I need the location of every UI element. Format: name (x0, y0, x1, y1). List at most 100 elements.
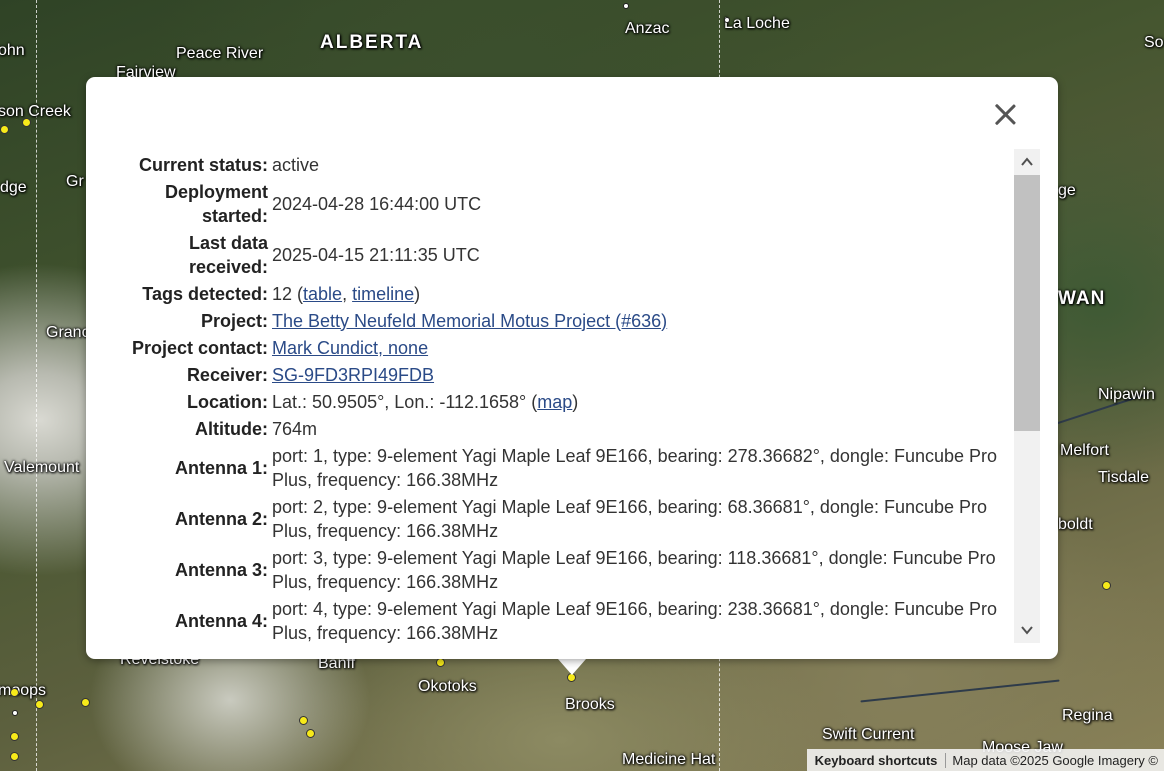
paren-close: ) (414, 283, 421, 304)
detail-row-status: Current status: active (124, 151, 1014, 178)
tags-table-link[interactable]: table (303, 284, 342, 304)
scroll-up-button[interactable] (1014, 149, 1040, 175)
detail-value: active (272, 154, 320, 175)
map-attribution: Keyboard shortcuts Map data ©2025 Google… (806, 749, 1164, 771)
place-label-swift-current: Swift Current (822, 726, 915, 743)
place-label-la-loche: La Loche (724, 15, 790, 32)
detail-label: Last data received: (188, 232, 268, 277)
receiver-marker[interactable] (299, 716, 308, 725)
tags-timeline-link[interactable]: timeline (352, 284, 414, 304)
separator: , (342, 283, 353, 304)
paren-close: ) (572, 391, 579, 412)
place-label-alberta: ALBERTA (320, 32, 424, 53)
place-label-okotoks: Okotoks (418, 678, 477, 695)
receiver-marker[interactable] (35, 700, 44, 709)
place-label-brooks: Brooks (565, 696, 615, 713)
receiver-marker[interactable] (0, 125, 9, 134)
place-label-anzac: Anzac (625, 20, 670, 37)
detail-row-antenna-3: Antenna 3: port: 3, type: 9-element Yagi… (124, 544, 1014, 595)
place-label-grande-prairie: Gr (66, 173, 84, 190)
receiver-marker[interactable] (10, 752, 19, 761)
detail-value: 764m (272, 418, 318, 439)
town-dot (724, 17, 730, 23)
town-dot (623, 3, 629, 9)
location-coordinates: Lat.: 50.9505°, Lon.: -112.1658° ( (272, 391, 538, 412)
place-label-john: ohn (0, 42, 25, 59)
detail-label: Deployment started: (164, 181, 268, 226)
receiver-info-popup: Current status: active Deployment starte… (86, 77, 1058, 659)
place-label-medicine-hat: Medicine Hat (622, 751, 716, 768)
place-label-edge-right: ge (1058, 182, 1076, 199)
detail-row-antenna-4: Antenna 4: port: 4, type: 9-element Yagi… (124, 595, 1014, 643)
close-icon[interactable] (990, 99, 1020, 129)
scroll-down-button[interactable] (1014, 617, 1040, 643)
river (860, 679, 1060, 703)
detail-value: The Betty Neufeld Memorial Motus Project… (272, 307, 1014, 334)
detail-row-altitude: Altitude: 764m (124, 415, 1014, 442)
popup-scrollbar[interactable] (1014, 149, 1040, 643)
detail-label: Tags detected: (142, 283, 268, 304)
detail-row-tags-detected: Tags detected: 12 (table, timeline) (124, 280, 1014, 307)
detail-label: Receiver: (186, 364, 268, 385)
town-dot (12, 710, 18, 716)
detail-label: Antenna 1: (174, 457, 268, 478)
place-label-peace-river: Peace River (176, 45, 264, 62)
popup-pointer (558, 659, 586, 675)
chevron-down-icon (1021, 626, 1033, 635)
map-data-attribution: Map data ©2025 Google Imagery © (952, 752, 1158, 768)
receiver-marker[interactable] (436, 658, 445, 667)
detail-value: SG-9FD3RPI49FDB (272, 361, 1014, 388)
detail-row-project-contact: Project contact: Mark Cundict, none (124, 334, 1014, 361)
detail-value: port: 3, type: 9-element Yagi Maple Leaf… (272, 547, 996, 592)
detail-label: Project: (200, 310, 268, 331)
place-label-so: So (1144, 34, 1164, 51)
detail-value: port: 1, type: 9-element Yagi Maple Leaf… (272, 445, 998, 490)
receiver-marker[interactable] (10, 732, 19, 741)
place-label-dawson-creek: son Creek (0, 103, 71, 120)
receiver-marker[interactable] (81, 698, 90, 707)
receiver-marker[interactable] (10, 688, 19, 697)
place-label-saskatchewan: WAN (1058, 288, 1106, 309)
receiver-marker[interactable] (22, 118, 31, 127)
scrollbar-thumb[interactable] (1014, 175, 1040, 431)
place-label-kamloops: moops (0, 682, 47, 699)
receiver-marker[interactable] (306, 729, 315, 738)
detail-value: 12 (table, timeline) (272, 280, 1014, 307)
detail-row-location: Location: Lat.: 50.9505°, Lon.: -112.165… (124, 388, 1014, 415)
place-label-humboldt: boldt (1058, 516, 1093, 533)
place-label-melfort: Melfort (1060, 442, 1109, 459)
detail-row-deployment-started: Deployment started: 2024-04-28 16:44:00 … (124, 178, 1014, 229)
project-contact-link[interactable]: Mark Cundict, none (272, 338, 428, 358)
detail-value: port: 2, type: 9-element Yagi Maple Leaf… (272, 496, 988, 541)
chevron-up-icon (1021, 157, 1033, 166)
receiver-link[interactable]: SG-9FD3RPI49FDB (272, 365, 434, 385)
receiver-marker[interactable] (1102, 581, 1111, 590)
detail-value: 2025-04-15 21:11:35 UTC (272, 244, 480, 265)
detail-label: Current status: (138, 154, 268, 175)
project-link[interactable]: The Betty Neufeld Memorial Motus Project… (272, 311, 667, 331)
location-map-link[interactable]: map (537, 392, 572, 412)
detail-row-last-data: Last data received: 2025-04-15 21:11:35 … (124, 229, 1014, 280)
place-label-regina: Regina (1062, 707, 1113, 724)
place-label-tisdale: Tisdale (1098, 469, 1149, 486)
detail-value: port: 4, type: 9-element Yagi Maple Leaf… (272, 598, 998, 643)
tags-count-text: 12 ( (272, 283, 304, 304)
keyboard-shortcuts-link[interactable]: Keyboard shortcuts (807, 752, 947, 768)
popup-content[interactable]: Current status: active Deployment starte… (86, 147, 1014, 643)
detail-label: Antenna 4: (174, 610, 268, 631)
detail-value: 2024-04-28 16:44:00 UTC (272, 193, 482, 214)
place-label-grande-cache: Granc (46, 324, 90, 341)
detail-row-antenna-2: Antenna 2: port: 2, type: 9-element Yagi… (124, 493, 1014, 544)
place-label-nipawin: Nipawin (1098, 386, 1155, 403)
detail-label: Antenna 2: (174, 508, 268, 529)
detail-label: Project contact: (131, 337, 268, 358)
detail-label: Altitude: (195, 418, 268, 439)
place-label-edge-left: dge (0, 179, 27, 196)
detail-value: Mark Cundict, none (272, 334, 1014, 361)
place-label-valemount: Valemount (4, 459, 80, 476)
receiver-details-table: Current status: active Deployment starte… (124, 151, 1014, 643)
detail-row-antenna-1: Antenna 1: port: 1, type: 9-element Yagi… (124, 442, 1014, 493)
detail-label: Location: (187, 391, 268, 412)
detail-row-receiver: Receiver: SG-9FD3RPI49FDB (124, 361, 1014, 388)
detail-row-project: Project: The Betty Neufeld Memorial Motu… (124, 307, 1014, 334)
